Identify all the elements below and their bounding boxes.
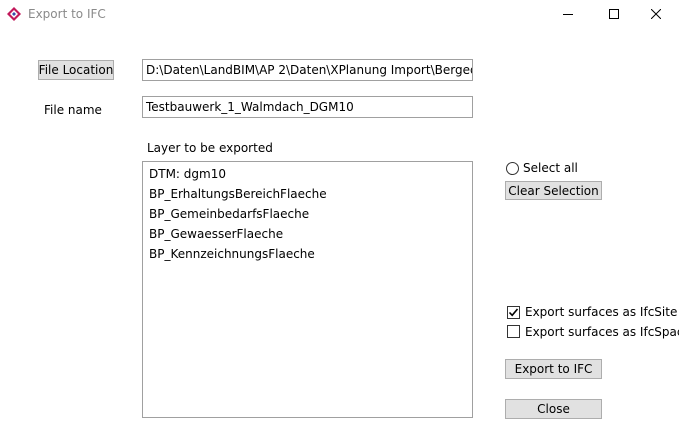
ifcspace-label[interactable]: Export surfaces as IfcSpace <box>525 325 679 339</box>
minimize-button[interactable] <box>545 0 591 28</box>
minimize-icon <box>563 14 573 15</box>
file-location-button[interactable]: File Location <box>38 60 114 80</box>
app-logo-icon <box>7 7 21 21</box>
clear-selection-button[interactable]: Clear Selection <box>505 181 602 200</box>
ifcsite-label[interactable]: Export surfaces as IfcSite <box>525 305 677 319</box>
list-item[interactable]: BP_ErhaltungsBereichFlaeche <box>149 184 466 204</box>
title-bar: Export to IFC <box>0 0 679 28</box>
file-name-label: File name <box>44 103 102 117</box>
file-name-field[interactable]: Testbauwerk_1_Walmdach_DGM10 <box>142 96 473 118</box>
window-title: Export to IFC <box>28 7 106 21</box>
select-all-radio[interactable] <box>506 162 519 175</box>
list-item[interactable]: BP_GemeinbedarfsFlaeche <box>149 204 466 224</box>
ifcsite-checkbox[interactable] <box>507 306 520 319</box>
close-icon <box>651 9 661 19</box>
close-window-button[interactable] <box>633 0 679 28</box>
layers-listbox[interactable]: DTM: dgm10 BP_ErhaltungsBereichFlaeche B… <box>142 161 473 418</box>
file-location-field[interactable]: D:\Daten\LandBIM\AP 2\Daten\XPlanung Imp… <box>142 59 473 81</box>
maximize-button[interactable] <box>591 0 637 28</box>
layers-heading: Layer to be exported <box>147 141 273 155</box>
select-all-label[interactable]: Select all <box>523 161 578 175</box>
close-button[interactable]: Close <box>505 399 602 419</box>
ifcspace-checkbox[interactable] <box>507 325 520 338</box>
checkmark-icon <box>508 308 519 317</box>
export-to-ifc-button[interactable]: Export to IFC <box>505 359 602 379</box>
list-item[interactable]: DTM: dgm10 <box>149 164 466 184</box>
maximize-icon <box>609 9 619 19</box>
list-item[interactable]: BP_KennzeichnungsFlaeche <box>149 244 466 264</box>
list-item[interactable]: BP_GewaesserFlaeche <box>149 224 466 244</box>
